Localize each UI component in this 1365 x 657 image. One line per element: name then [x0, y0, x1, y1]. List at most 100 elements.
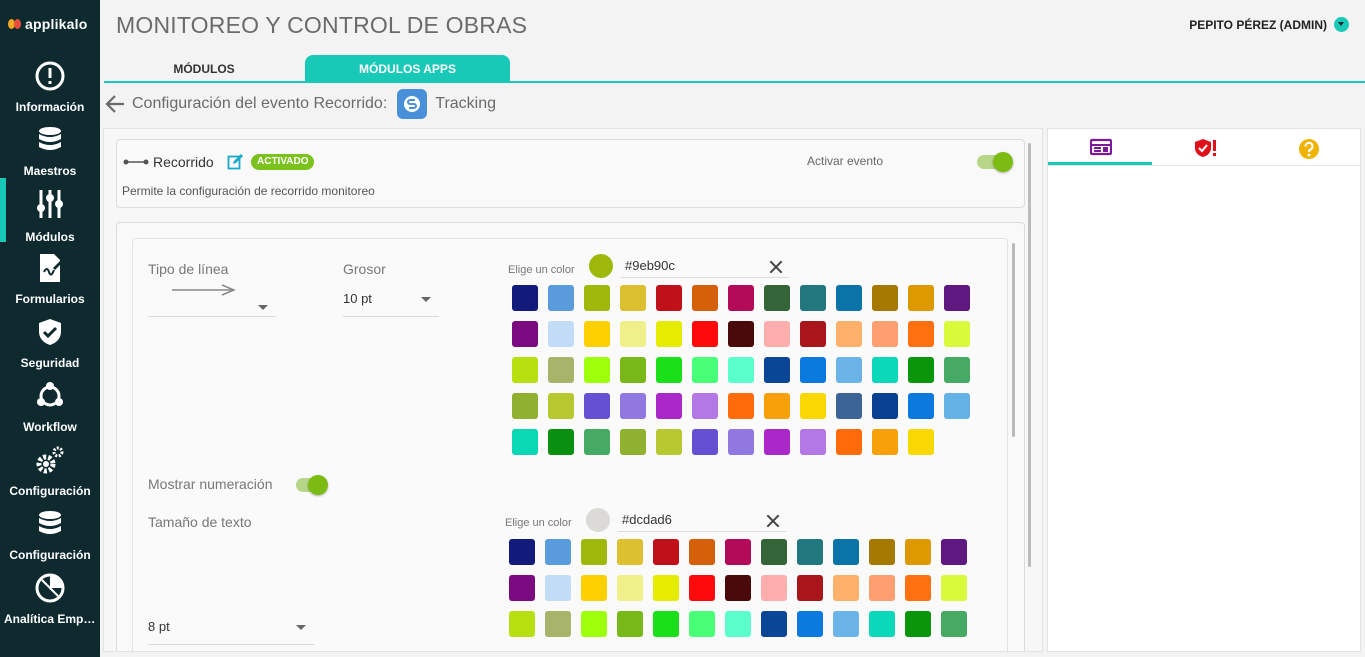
color-swatch[interactable]: [728, 393, 754, 419]
tab-help[interactable]: [1256, 129, 1360, 165]
color-swatch[interactable]: [872, 285, 898, 311]
sidebar-item-analitica[interactable]: Analítica Empresarial: [0, 570, 100, 634]
color-swatch[interactable]: [656, 285, 682, 311]
color-swatch[interactable]: [692, 285, 718, 311]
edit-icon[interactable]: [227, 153, 244, 170]
color-swatch[interactable]: [800, 285, 826, 311]
color-swatch[interactable]: [725, 539, 751, 565]
color-swatch[interactable]: [653, 539, 679, 565]
color-swatch[interactable]: [509, 611, 535, 637]
color-swatch[interactable]: [908, 393, 934, 419]
color-swatch[interactable]: [689, 611, 715, 637]
chevron-down-icon[interactable]: [1334, 17, 1349, 32]
color-swatch[interactable]: [836, 357, 862, 383]
color-swatch[interactable]: [905, 611, 931, 637]
color-swatch[interactable]: [692, 393, 718, 419]
color-swatch[interactable]: [941, 539, 967, 565]
color-swatch[interactable]: [617, 539, 643, 565]
color-swatch[interactable]: [905, 575, 931, 601]
color-swatch[interactable]: [797, 575, 823, 601]
color-swatch[interactable]: [764, 429, 790, 455]
color-swatch[interactable]: [800, 429, 826, 455]
color-swatch[interactable]: [836, 321, 862, 347]
color-swatch[interactable]: [692, 321, 718, 347]
color-swatch[interactable]: [836, 393, 862, 419]
tab-modulos-apps[interactable]: MÓDULOS APPS: [305, 55, 510, 81]
color-swatch[interactable]: [941, 611, 967, 637]
color-swatch[interactable]: [548, 429, 574, 455]
color-swatch[interactable]: [833, 611, 859, 637]
sidebar-item-formularios[interactable]: Formularios: [0, 250, 100, 314]
app-logo[interactable]: applikalo: [8, 16, 87, 32]
line-type-select[interactable]: [148, 283, 276, 317]
sidebar-item-modulos[interactable]: Módulos: [0, 178, 100, 244]
color-swatch[interactable]: [869, 539, 895, 565]
color-swatch[interactable]: [725, 611, 751, 637]
color-swatch[interactable]: [512, 285, 538, 311]
color-swatch[interactable]: [800, 357, 826, 383]
color-swatch[interactable]: [872, 429, 898, 455]
color-swatch[interactable]: [869, 575, 895, 601]
color-swatch[interactable]: [905, 539, 931, 565]
color-swatch[interactable]: [692, 357, 718, 383]
color-swatch[interactable]: [728, 321, 754, 347]
color-swatch[interactable]: [764, 357, 790, 383]
activate-event-toggle[interactable]: [977, 152, 1013, 172]
color-swatch[interactable]: [728, 429, 754, 455]
color-swatch[interactable]: [545, 575, 571, 601]
color-swatch[interactable]: [620, 285, 646, 311]
color-swatch[interactable]: [833, 575, 859, 601]
color-swatch[interactable]: [797, 539, 823, 565]
sidebar-item-workflow[interactable]: Workflow: [0, 378, 100, 442]
tab-security-alerts[interactable]: [1152, 129, 1256, 165]
color-swatch[interactable]: [728, 285, 754, 311]
color-swatch[interactable]: [941, 575, 967, 601]
hex-color-input-2[interactable]: [618, 508, 786, 532]
user-menu[interactable]: PEPITO PÉREZ (ADMIN): [1189, 17, 1349, 32]
color-swatch[interactable]: [656, 429, 682, 455]
color-swatch[interactable]: [872, 321, 898, 347]
color-swatch[interactable]: [836, 285, 862, 311]
show-numbering-toggle[interactable]: [296, 475, 328, 495]
color-swatch[interactable]: [509, 575, 535, 601]
color-swatch[interactable]: [620, 429, 646, 455]
color-swatch[interactable]: [584, 285, 610, 311]
color-swatch[interactable]: [581, 539, 607, 565]
color-swatch[interactable]: [653, 575, 679, 601]
color-swatch[interactable]: [764, 393, 790, 419]
color-swatch[interactable]: [656, 393, 682, 419]
color-swatch[interactable]: [656, 321, 682, 347]
color-swatch[interactable]: [620, 357, 646, 383]
color-swatch[interactable]: [836, 429, 862, 455]
color-swatch[interactable]: [689, 575, 715, 601]
sidebar-item-maestros[interactable]: Maestros: [0, 122, 100, 186]
color-swatch[interactable]: [620, 321, 646, 347]
color-swatch[interactable]: [764, 285, 790, 311]
color-swatch[interactable]: [617, 611, 643, 637]
close-icon[interactable]: [766, 514, 780, 528]
color-swatch[interactable]: [584, 429, 610, 455]
color-swatch[interactable]: [944, 357, 970, 383]
color-swatch[interactable]: [761, 575, 787, 601]
color-swatch[interactable]: [512, 321, 538, 347]
color-swatch[interactable]: [584, 393, 610, 419]
color-swatch[interactable]: [908, 321, 934, 347]
color-swatch[interactable]: [908, 285, 934, 311]
color-swatch[interactable]: [692, 429, 718, 455]
close-icon[interactable]: [769, 260, 783, 274]
color-swatch[interactable]: [620, 393, 646, 419]
color-swatch[interactable]: [944, 321, 970, 347]
color-swatch[interactable]: [617, 575, 643, 601]
color-swatch[interactable]: [548, 393, 574, 419]
color-swatch[interactable]: [548, 357, 574, 383]
color-swatch[interactable]: [728, 357, 754, 383]
color-swatch[interactable]: [800, 393, 826, 419]
color-swatch[interactable]: [656, 357, 682, 383]
sidebar-item-informacion[interactable]: Información: [0, 58, 100, 122]
color-swatch[interactable]: [944, 393, 970, 419]
color-swatch[interactable]: [581, 611, 607, 637]
outer-scrollbar[interactable]: [1028, 143, 1031, 567]
color-swatch[interactable]: [869, 611, 895, 637]
color-swatch[interactable]: [512, 393, 538, 419]
color-swatch[interactable]: [908, 429, 934, 455]
